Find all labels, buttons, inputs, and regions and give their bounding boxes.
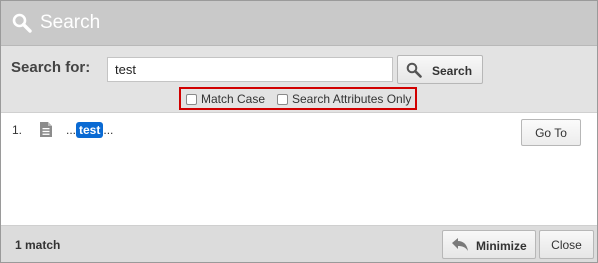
go-to-button[interactable]: Go To bbox=[521, 119, 581, 146]
results-list: 1. ... test... Go To bbox=[1, 113, 597, 225]
result-number: 1. bbox=[12, 123, 23, 137]
match-count: 1 match bbox=[15, 238, 61, 252]
snippet-suffix: ... bbox=[103, 123, 114, 137]
search-button-label: Search bbox=[432, 64, 473, 78]
match-highlight: test bbox=[76, 122, 104, 138]
snippet-prefix: ... bbox=[66, 123, 77, 137]
minimize-button[interactable]: Minimize bbox=[442, 230, 536, 259]
search-input[interactable] bbox=[107, 57, 393, 82]
search-icon bbox=[12, 13, 32, 33]
minimize-button-label: Minimize bbox=[476, 239, 527, 253]
search-button[interactable]: Search bbox=[397, 55, 483, 84]
match-case-label: Match Case bbox=[201, 92, 266, 106]
search-options: Match Case Search Attributes Only bbox=[179, 87, 417, 110]
close-button[interactable]: Close bbox=[539, 230, 594, 259]
dialog-title-bar: Search bbox=[1, 1, 597, 46]
result-snippet[interactable]: ... test... bbox=[66, 122, 113, 138]
match-case-checkbox[interactable] bbox=[186, 94, 197, 105]
document-icon bbox=[39, 121, 53, 138]
dialog-footer: 1 match Minimize Close bbox=[1, 225, 597, 262]
list-item: 1. ... test... Go To bbox=[1, 113, 597, 149]
undo-arrow-icon bbox=[450, 237, 470, 253]
search-attributes-only-checkbox[interactable] bbox=[277, 94, 288, 105]
dialog-title: Search bbox=[40, 12, 101, 33]
search-bar: Search for: Search Match Case Search Att… bbox=[1, 46, 597, 113]
search-attributes-only-label: Search Attributes Only bbox=[292, 92, 412, 106]
search-icon bbox=[406, 62, 422, 78]
search-dialog: Search Search for: Search Match Case Sea… bbox=[0, 0, 598, 263]
search-label: Search for: bbox=[11, 59, 91, 76]
